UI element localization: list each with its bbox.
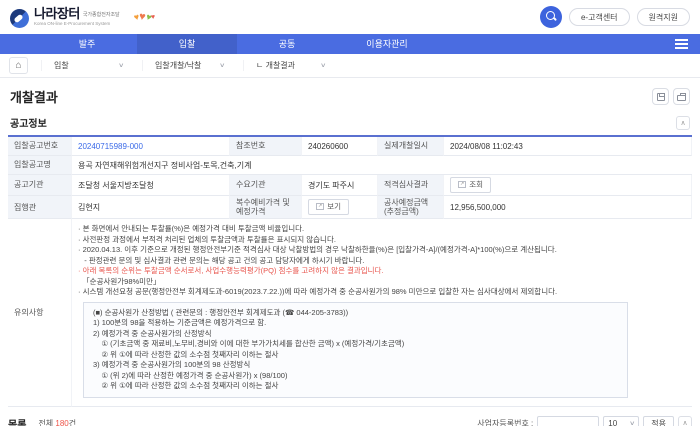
- printer-icon: [677, 95, 686, 101]
- reserve-prices-label: 복수예비가격 및 예정가격: [230, 196, 302, 219]
- app-header: 나라장터 국가종합전자조달 Korea ON-line E-Procuremen…: [0, 0, 700, 34]
- cost-calc-method-box: (■) 순공사원가 산정방법 ( 관련문의 : 행정안전부 회계제도과 (☎ 0…: [83, 302, 628, 398]
- nav-item-bid[interactable]: 입찰: [137, 34, 237, 54]
- notice-info-table: 입찰공고번호 20240715989-000 참조번호 240260600 실제…: [8, 137, 692, 407]
- search-icon[interactable]: [540, 6, 562, 28]
- estimated-amount-value: 12,956,500,000: [444, 196, 692, 219]
- logo[interactable]: 나라장터 국가종합전자조달 Korea ON-line E-Procuremen…: [10, 7, 120, 28]
- page-title: 개찰결과: [10, 87, 58, 106]
- list-total: 전체 180건: [38, 418, 76, 426]
- note-line: - 판정관련 문의 및 심사결과 관련 문의는 해당 공고 건의 공고 담당자에…: [78, 256, 686, 267]
- breadcrumb-select-level2[interactable]: 입찰개찰/낙찰 ∨: [142, 60, 230, 71]
- chevron-up-icon: ∧: [680, 119, 685, 127]
- nav-item-user-mgmt[interactable]: 이용자관리: [337, 34, 437, 54]
- notice-agency-label: 공고기관: [8, 175, 72, 196]
- chevron-down-icon: ∨: [219, 62, 225, 69]
- bid-notice-name-value: 용곡 자연재해위험개선지구 정비사업-토목,건축,기계: [72, 156, 692, 175]
- remote-support-button[interactable]: 원격지원: [637, 8, 690, 26]
- opening-officer-label: 집행관: [8, 196, 72, 219]
- home-icon[interactable]: ⌂: [9, 57, 28, 74]
- bid-notice-no-label: 입찰공고번호: [8, 137, 72, 156]
- notice-agency-value: 조달청 서울지방조달청: [72, 175, 230, 196]
- note-line-warning: · 아래 목록의 순위는 투찰금액 순서로서, 사업수행능력평가(PQ) 점수를…: [78, 266, 686, 277]
- qualification-view-button[interactable]: ↗ 조회: [450, 177, 491, 193]
- box-line: ② 위 ①에 따라 산정한 값의 소수점 첫째자리 이하는 절사: [93, 350, 618, 361]
- box-title: (■) 순공사원가 산정방법 ( 관련문의 : 행정안전부 회계제도과 (☎ 0…: [93, 308, 618, 319]
- save-button[interactable]: [652, 88, 669, 105]
- box-line: 2) 예정가격 중 순공사원가의 산정방식: [93, 329, 618, 340]
- print-button[interactable]: [673, 88, 690, 105]
- collapse-list-button[interactable]: ∧: [678, 416, 692, 426]
- breadcrumb: ⌂ 입찰 ∨ 입찰개찰/낙찰 ∨ ㄴ 개찰결과 ∨: [0, 54, 700, 78]
- actual-open-datetime-label: 실제개찰일시: [378, 137, 444, 156]
- logo-subtitle-en: Korea ON-line E-Procurement System: [34, 22, 120, 27]
- chevron-up-icon: ∧: [682, 419, 687, 426]
- main-navbar: 발주 입찰 공동 이용자관리: [0, 34, 700, 54]
- apply-button[interactable]: 적용: [643, 416, 674, 426]
- total-count: 180: [55, 419, 68, 426]
- nav-item-joint[interactable]: 공동: [237, 34, 337, 54]
- business-reg-no-label: 사업자등록번호 :: [477, 418, 533, 426]
- note-line: · 본 화면에서 안내되는 투찰률(%)은 예정가격 대비 투찰금액 비율입니다…: [78, 224, 686, 235]
- note-line: · 시스템 개선요청 공문(행정안전부 회계제도과-6019(2023.7.22…: [78, 287, 686, 298]
- customer-center-button[interactable]: e-고객센터: [569, 8, 630, 26]
- breadcrumb-select-level3[interactable]: ㄴ 개찰결과 ∨: [243, 60, 331, 71]
- list-section-title: 목록: [8, 416, 26, 426]
- box-line: ① (위 2)에 따라 산정한 예정가격 중 순공사원가) x (98/100): [93, 371, 618, 382]
- ref-no-label: 참조번호: [230, 137, 302, 156]
- qualification-result-label: 적격심사결과: [378, 175, 444, 196]
- box-line: 1) 100분의 98을 적용하는 기준금액은 예정가격으로 함.: [93, 318, 618, 329]
- box-line: ② 위 ①에 따라 산정한 값의 소수점 첫째자리 이하는 절사: [93, 381, 618, 392]
- notes-label: 유의사항: [8, 219, 72, 407]
- ref-no-value: 240260600: [302, 137, 378, 156]
- chevron-down-icon: ∨: [629, 420, 635, 426]
- logo-text: 나라장터 국가종합전자조달 Korea ON-line E-Procuremen…: [34, 7, 120, 27]
- notice-info-section-title: 공고정보: [10, 115, 47, 130]
- chevron-down-icon: ∨: [320, 62, 326, 69]
- bid-notice-name-label: 입찰공고명: [8, 156, 72, 175]
- breadcrumb-select-level1[interactable]: 입찰 ∨: [41, 60, 129, 71]
- collapse-section-button[interactable]: ∧: [676, 116, 690, 130]
- business-reg-no-input[interactable]: [537, 416, 599, 426]
- actual-open-datetime-value: 2024/08/08 11:02:43: [444, 137, 692, 156]
- logo-title: 나라장터: [34, 7, 80, 20]
- bid-notice-no-link[interactable]: 20240715989-000: [78, 142, 143, 151]
- page-size-select[interactable]: 10 ∨: [603, 416, 639, 426]
- save-icon: [657, 93, 665, 101]
- note-line: · 2020.04.13. 이후 기준으로 개정된 행정안전부기준 적격심사 대…: [78, 245, 686, 256]
- taegeuk-logo-icon: [10, 9, 29, 28]
- estimated-amount-label: 공사예정금액(추정금액): [378, 196, 444, 219]
- hamburger-menu-icon[interactable]: [675, 39, 688, 49]
- opening-officer-value: 김현지: [72, 196, 230, 219]
- note-line: 「순공사원가98%미만」: [78, 277, 686, 288]
- logo-subtitle-kr: 국가종합전자조달: [83, 13, 120, 18]
- external-link-icon: ↗: [316, 203, 324, 210]
- demand-agency-value: 경기도 파주시: [302, 175, 378, 196]
- demand-agency-label: 수요기관: [230, 175, 302, 196]
- box-line: 3) 예정가격 중 순공사원가의 100분의 98 산정방식: [93, 360, 618, 371]
- chevron-down-icon: ∨: [118, 62, 124, 69]
- nav-item-order[interactable]: 발주: [37, 34, 137, 54]
- box-line: ① (기초금액 중 재료비,노무비,경비와 이에 대한 부가가치세를 합산한 금…: [93, 339, 618, 350]
- flower-emblem-icon: ♥♥♥♥: [134, 13, 155, 22]
- reserve-prices-view-button[interactable]: ↗ 보기: [308, 199, 349, 215]
- note-line: · 사전판정 과정에서 부적격 처리된 업체의 투찰금액과 투찰률은 표시되지 …: [78, 235, 686, 246]
- notes-content: · 본 화면에서 안내되는 투찰률(%)은 예정가격 대비 투찰금액 비율입니다…: [72, 219, 692, 407]
- external-link-icon: ↗: [458, 181, 466, 188]
